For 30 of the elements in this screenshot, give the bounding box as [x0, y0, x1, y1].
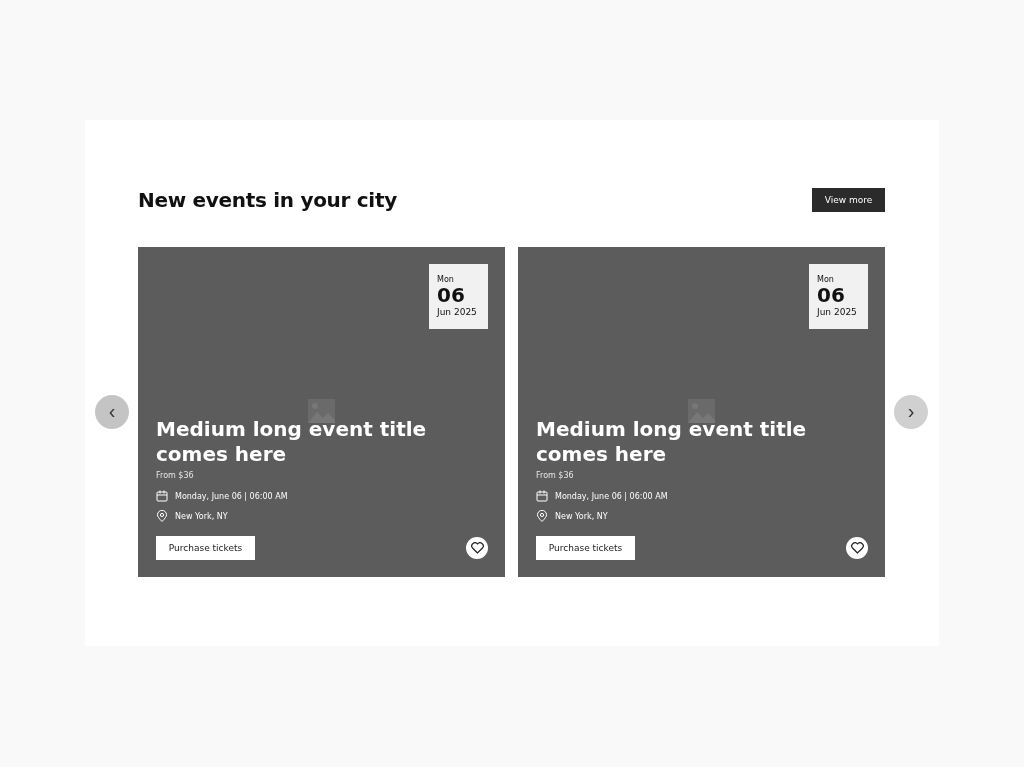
day-number: 06 [817, 285, 846, 306]
previous-button[interactable]: ‹ [95, 395, 129, 429]
event-title: Medium long event title comes here [156, 417, 428, 467]
month-year: Jun 2025 [437, 306, 478, 318]
day-name: Mon [437, 274, 455, 285]
calendar-icon [156, 490, 168, 502]
month-year: Jun 2025 [817, 306, 858, 318]
purchase-tickets-button[interactable]: Purchase tickets [536, 536, 635, 560]
day-name: Mon [817, 274, 835, 285]
event-location: New York, NY [555, 511, 608, 521]
event-datetime: Monday, June 06 | 06:00 AM [175, 491, 288, 501]
calendar-icon [536, 490, 548, 502]
next-button[interactable]: › [894, 395, 928, 429]
event-location: New York, NY [175, 511, 228, 521]
event-price: From $36 [156, 471, 194, 480]
event-price: From $36 [536, 471, 574, 480]
favorite-button[interactable] [846, 537, 868, 559]
heart-icon [850, 542, 864, 554]
purchase-tickets-button[interactable]: Purchase tickets [156, 536, 255, 560]
section-title: New events in your city [138, 188, 397, 212]
location-pin-icon [156, 510, 168, 522]
event-title: Medium long event title comes here [536, 417, 808, 467]
favorite-button[interactable] [466, 537, 488, 559]
image-placeholder-icon [688, 399, 715, 423]
location-pin-icon [536, 510, 548, 522]
image-placeholder-icon [308, 399, 335, 423]
day-number: 06 [437, 285, 466, 306]
heart-icon [470, 542, 484, 554]
view-more-button[interactable]: View more [812, 188, 885, 212]
event-datetime: Monday, June 06 | 06:00 AM [555, 491, 668, 501]
